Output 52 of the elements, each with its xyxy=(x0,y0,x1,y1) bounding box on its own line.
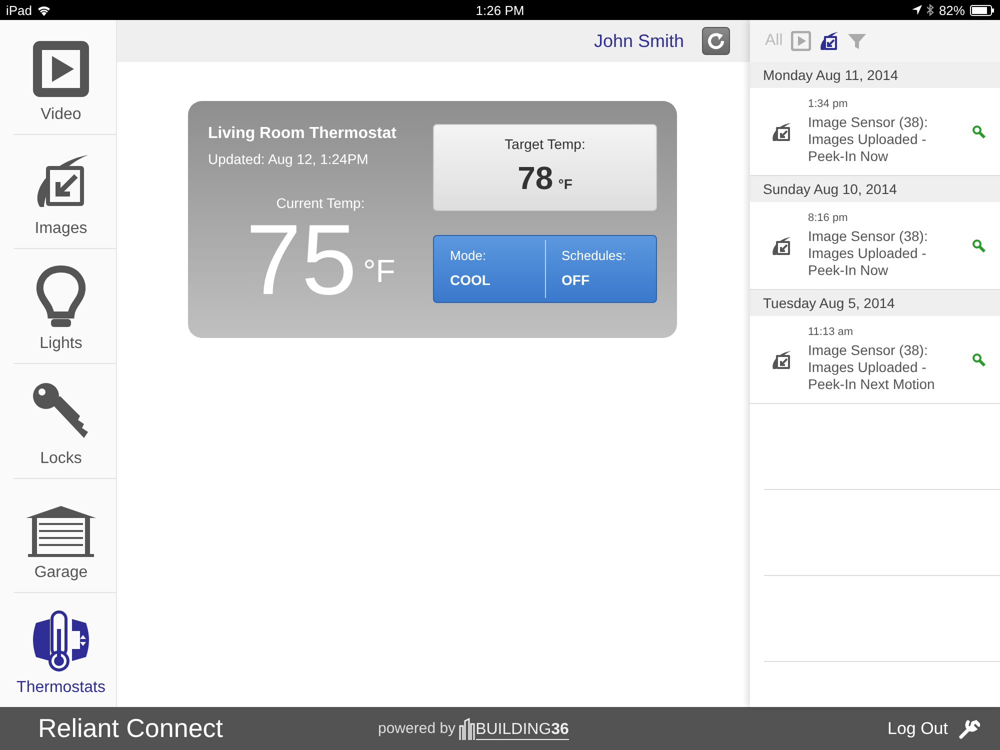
clock: 1:26 PM xyxy=(476,2,524,18)
image-icon xyxy=(771,236,793,256)
event-time: 8:16 pm xyxy=(808,212,849,224)
brand-name: Reliant Connect xyxy=(38,713,224,744)
event-text: Image Sensor (38): Images Uploaded - Peek-In Now xyxy=(808,114,929,165)
thermostat-icon xyxy=(30,609,92,674)
play-icon xyxy=(790,31,811,51)
logo-text: BUILDING36 xyxy=(476,720,569,740)
search-icon xyxy=(972,238,986,252)
updated-time: Updated: Aug 12, 1:24PM xyxy=(208,151,370,167)
event-time: 11:13 am xyxy=(808,326,854,338)
location-icon xyxy=(912,5,922,15)
date-header: Sunday Aug 10, 2014 xyxy=(750,176,1000,202)
mode-button[interactable]: Mode: COOL xyxy=(434,236,544,302)
filter-tab[interactable] xyxy=(818,31,839,51)
current-temp-label: Current Temp: xyxy=(275,195,366,211)
search-icon xyxy=(972,352,986,366)
wifi-icon xyxy=(37,4,52,16)
event-text: Image Sensor (38): Images Uploaded - Peek-In Next Motion xyxy=(808,342,936,393)
garage-icon xyxy=(24,504,98,558)
wrench-icon xyxy=(958,718,980,740)
target-temp-button[interactable]: Target Temp: 78°F xyxy=(433,124,657,211)
battery-percent: 82% xyxy=(938,2,965,18)
nav-item[interactable]: Video xyxy=(14,20,116,135)
refresh-icon xyxy=(707,32,725,50)
nav-item[interactable]: Images xyxy=(14,134,116,250)
event-text: Image Sensor (38): Images Uploaded - Peek-In Now xyxy=(808,228,929,279)
logout-button[interactable]: Log Out xyxy=(888,718,980,740)
powered-by-text: powered by xyxy=(378,720,456,737)
date-header: Tuesday Aug 5, 2014 xyxy=(750,290,1000,316)
search-icon xyxy=(972,124,986,138)
temp-unit: °F xyxy=(362,253,396,290)
image-icon xyxy=(818,31,839,51)
current-temp: 75 xyxy=(246,215,357,305)
date-header: Monday Aug 11, 2014 xyxy=(750,62,1000,88)
light-bulb-icon xyxy=(36,265,86,330)
image-icon xyxy=(771,122,793,142)
bluetooth-icon xyxy=(926,4,934,16)
device-name: iPad xyxy=(6,2,32,18)
image-icon xyxy=(771,350,793,370)
building-icon xyxy=(458,718,475,740)
nav-item[interactable]: Lights xyxy=(14,249,116,364)
nav-item[interactable]: Garage xyxy=(14,478,116,594)
user-name[interactable]: John Smith xyxy=(594,30,684,52)
thermostat-name: Living Room Thermostat xyxy=(208,125,398,143)
battery-icon xyxy=(970,4,994,16)
event-time: 1:34 pm xyxy=(808,98,849,110)
filter-icon xyxy=(846,31,867,51)
nav-item[interactable]: Thermostats xyxy=(14,593,116,708)
nav-item[interactable]: Locks xyxy=(14,364,116,479)
schedules-button[interactable]: Schedules: OFF xyxy=(544,240,656,298)
refresh-button[interactable] xyxy=(702,27,730,55)
